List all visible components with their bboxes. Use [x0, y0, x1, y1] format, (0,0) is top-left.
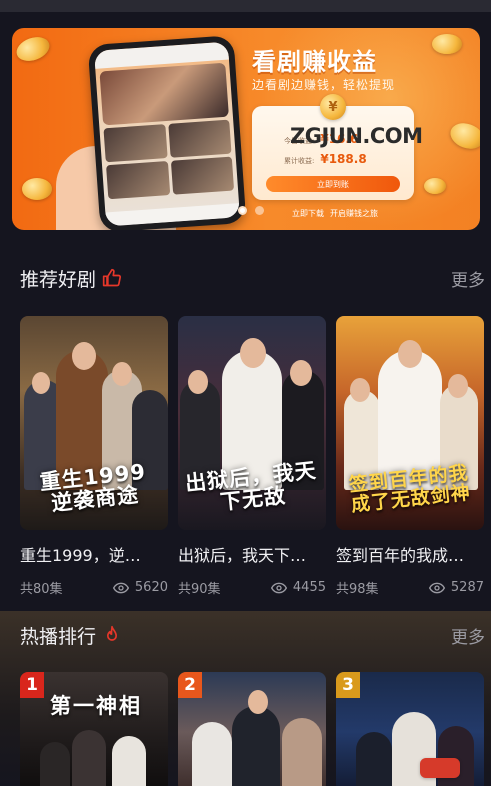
view-count: 5287: [428, 580, 484, 595]
coin-icon: [424, 178, 446, 194]
coin-icon: [432, 34, 462, 54]
view-count-value: 5620: [134, 580, 168, 595]
flame-icon: [107, 625, 118, 641]
view-count: 5620: [112, 580, 168, 595]
drama-meta: 共80集 5620: [20, 578, 168, 597]
rank-badge: 2: [178, 672, 202, 698]
hot-drama-card[interactable]: 2: [178, 672, 326, 786]
journey-label: 开启赚钱之旅: [330, 209, 378, 218]
earnings-card: ¥ 今日收益: ¥16.6 累计收益: ¥188.8 立即到账: [252, 94, 414, 200]
carousel-dot[interactable]: [255, 206, 264, 215]
hot-header: 热播排行 更多: [20, 621, 485, 649]
banner-subtitle: 边看剧边赚钱，轻松提现: [252, 78, 396, 92]
rank-badge: 1: [20, 672, 44, 698]
total-earnings: 累计收益: ¥188.8: [284, 152, 367, 166]
hot-drama-card[interactable]: 3: [336, 672, 484, 786]
carousel-dots[interactable]: [238, 206, 264, 215]
eye-icon: [112, 582, 129, 593]
drama-poster[interactable]: 出狱后，我天下无敌: [178, 316, 326, 530]
phone-screen: [94, 41, 240, 227]
total-earnings-label: 累计收益:: [284, 157, 315, 165]
view-count: 4455: [270, 580, 326, 595]
episode-count: 共98集: [336, 582, 379, 597]
coin-icon: [22, 178, 52, 200]
rank-badge: 3: [336, 672, 360, 698]
thumbs-up-icon: [102, 268, 122, 287]
eye-icon: [428, 582, 445, 593]
hot-poster-title: 第一神相: [50, 694, 142, 718]
drama-card[interactable]: 出狱后，我天下无敌 出狱后，我天下… 共90集 4455: [178, 316, 326, 597]
hot-drama-card[interactable]: 1 第一神相: [20, 672, 168, 786]
hot-more-link[interactable]: 更多: [451, 623, 485, 648]
phone-mockup: [87, 35, 247, 230]
recommend-more-link[interactable]: 更多: [451, 266, 485, 291]
hot-title-wrap: 热播排行: [20, 622, 122, 649]
coin-icon: [13, 32, 53, 66]
hot-list: 1 第一神相 2 3: [20, 672, 486, 786]
drama-meta: 共98集 5287: [336, 578, 484, 597]
view-count-value: 5287: [450, 580, 484, 595]
recommend-title: 推荐好剧: [20, 268, 97, 291]
banner-title: 看剧赚收益: [252, 48, 377, 76]
drama-title[interactable]: 重生1999，逆…: [20, 542, 168, 566]
drama-meta: 共90集 4455: [178, 578, 326, 597]
total-earnings-value: ¥188.8: [320, 152, 367, 166]
drama-poster[interactable]: 重生1999 逆袭商途: [20, 316, 168, 530]
download-label: 立即下载: [292, 209, 324, 218]
withdraw-button[interactable]: 立即到账: [266, 176, 400, 192]
drama-poster[interactable]: 签到百年的我成了无敌剑神: [336, 316, 484, 530]
yuan-coin-icon: ¥: [320, 94, 346, 120]
hot-title: 热播排行: [20, 625, 97, 648]
eye-icon: [270, 582, 287, 593]
recommend-title-wrap: 推荐好剧: [20, 265, 122, 292]
carousel-dot-active[interactable]: [238, 206, 247, 215]
view-count-value: 4455: [292, 580, 326, 595]
episode-count: 共80集: [20, 582, 63, 597]
watermark: ZGJUN.COM: [290, 124, 423, 148]
banner-footer: 立即下载 开启赚钱之旅: [292, 208, 378, 219]
recommend-header: 推荐好剧 更多: [20, 264, 485, 292]
recommend-list: 重生1999 逆袭商途 重生1999，逆… 共80集 5620 出狱后，我天下无…: [20, 316, 486, 597]
episode-count: 共90集: [178, 582, 221, 597]
drama-card[interactable]: 签到百年的我成了无敌剑神 签到百年的我成… 共98集 5287: [336, 316, 484, 597]
drama-title[interactable]: 出狱后，我天下…: [178, 542, 326, 566]
drama-title[interactable]: 签到百年的我成…: [336, 542, 484, 566]
promo-banner[interactable]: 看剧赚收益 边看剧边赚钱，轻松提现 ¥ 今日收益: ¥16.6 累计收益: ¥1…: [12, 28, 480, 230]
drama-card[interactable]: 重生1999 逆袭商途 重生1999，逆… 共80集 5620: [20, 316, 168, 597]
status-bar: [0, 0, 491, 12]
